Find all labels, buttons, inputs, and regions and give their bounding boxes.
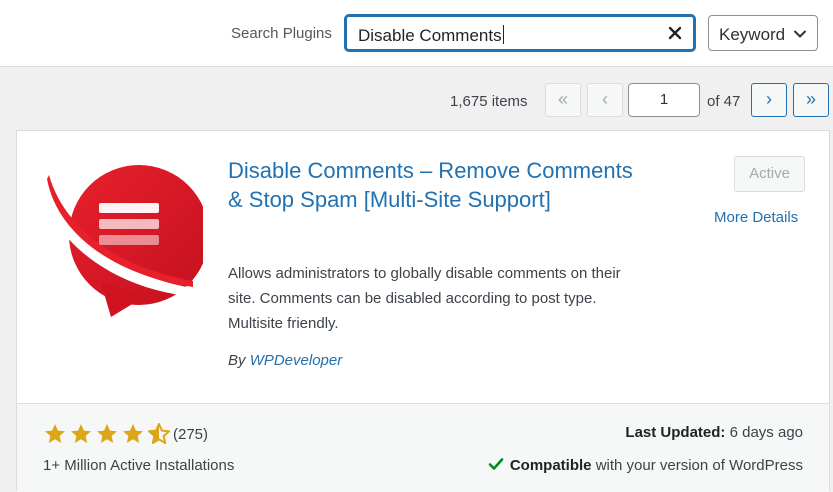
active-installs: 1+ Million Active Installations xyxy=(43,457,235,474)
star-icon xyxy=(45,424,65,443)
search-type-value: Keyword xyxy=(719,25,786,44)
first-page-button[interactable]: « xyxy=(545,83,581,117)
active-button: Active xyxy=(734,156,805,192)
plugin-author: By WPDeveloper xyxy=(228,352,342,369)
star-icon xyxy=(123,424,143,443)
author-prefix: By xyxy=(228,352,246,369)
search-input[interactable]: Disable Comments xyxy=(345,15,695,51)
plugin-description: Allows administrators to globally disabl… xyxy=(228,265,621,332)
search-toolbar: Search Plugins Disable Comments Keyword xyxy=(0,0,833,67)
compat-label: Compatible xyxy=(509,457,592,474)
current-page-input[interactable]: 1 xyxy=(628,83,700,117)
last-page-button[interactable]: » xyxy=(793,83,829,117)
author-link[interactable]: WPDeveloper xyxy=(250,352,343,369)
plugin-card: Disable Comments – Remove Comments & Sto… xyxy=(16,130,830,492)
prev-page-button[interactable]: ‹ xyxy=(587,83,623,117)
star-icon xyxy=(71,424,91,443)
plugin-title-link[interactable]: Disable Comments – Remove Comments & Sto… xyxy=(228,156,648,214)
total-pages: of 47 xyxy=(707,93,741,110)
chevron-down-icon xyxy=(794,30,806,38)
check-icon xyxy=(488,458,504,470)
next-page-button[interactable]: › xyxy=(751,83,787,117)
search-type-select[interactable]: Keyword xyxy=(708,15,818,51)
last-updated-value: 6 days ago xyxy=(729,424,803,441)
close-icon[interactable] xyxy=(667,25,683,41)
last-updated-label: Last Updated: xyxy=(625,424,726,441)
compat-text: with your version of WordPress xyxy=(595,457,803,474)
star-icon xyxy=(97,424,117,443)
plugin-logo[interactable] xyxy=(43,155,203,323)
last-updated: Last Updated: 6 days ago xyxy=(625,424,803,441)
plugin-card-footer: (275) 1+ Million Active Installations La… xyxy=(17,403,829,492)
search-input-value: Disable Comments xyxy=(358,25,504,45)
rating-count: (275) xyxy=(173,426,209,443)
search-label: Search Plugins xyxy=(231,25,332,42)
star-half-icon xyxy=(148,423,170,444)
items-count: 1,675 items xyxy=(450,93,528,110)
compatibility: Compatible with your version of WordPres… xyxy=(488,457,803,474)
more-details-link[interactable]: More Details xyxy=(714,209,798,226)
